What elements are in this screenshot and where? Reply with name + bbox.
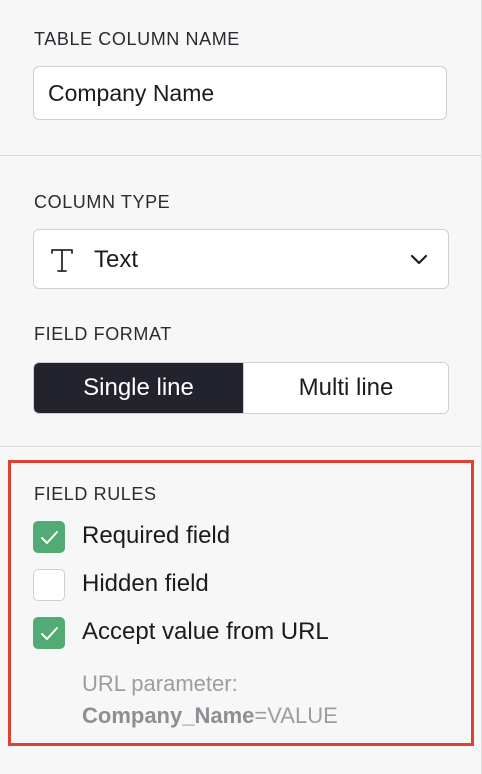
- multi-line-option[interactable]: Multi line: [243, 363, 448, 413]
- column-type-value: Text: [94, 246, 139, 273]
- url-parameter-label: URL parameter:: [82, 671, 238, 696]
- required-field-label: Required field: [82, 522, 231, 549]
- hidden-field-checkbox[interactable]: [33, 569, 65, 601]
- field-format-label: FIELD FORMAT: [34, 324, 172, 344]
- required-field-checkbox[interactable]: [33, 521, 65, 553]
- checkmark-icon: [41, 627, 58, 640]
- column-name-input[interactable]: [33, 66, 447, 120]
- column-name-label: TABLE COLUMN NAME: [34, 29, 240, 49]
- chevron-down-icon: [410, 254, 428, 265]
- url-parameter-value: Company_Name=VALUE: [82, 703, 338, 729]
- accept-url-label: Accept value from URL: [82, 618, 329, 645]
- divider: [0, 155, 482, 156]
- url-parameter-suffix: =VALUE: [254, 703, 338, 728]
- checkmark-icon: [41, 531, 58, 544]
- hidden-field-label: Hidden field: [82, 570, 209, 597]
- column-settings-panel: TABLE COLUMN NAME COLUMN TYPE Text FIELD…: [0, 0, 482, 774]
- accept-url-checkbox[interactable]: [33, 617, 65, 649]
- field-rules-label: FIELD RULES: [34, 484, 157, 504]
- divider: [0, 446, 482, 447]
- column-type-label: COLUMN TYPE: [34, 192, 171, 212]
- url-parameter-name: Company_Name: [82, 703, 255, 728]
- text-type-icon: [51, 249, 73, 272]
- field-format-toggle: Single line Multi line: [33, 362, 449, 414]
- column-type-select[interactable]: Text: [33, 229, 449, 289]
- single-line-option[interactable]: Single line: [34, 363, 243, 413]
